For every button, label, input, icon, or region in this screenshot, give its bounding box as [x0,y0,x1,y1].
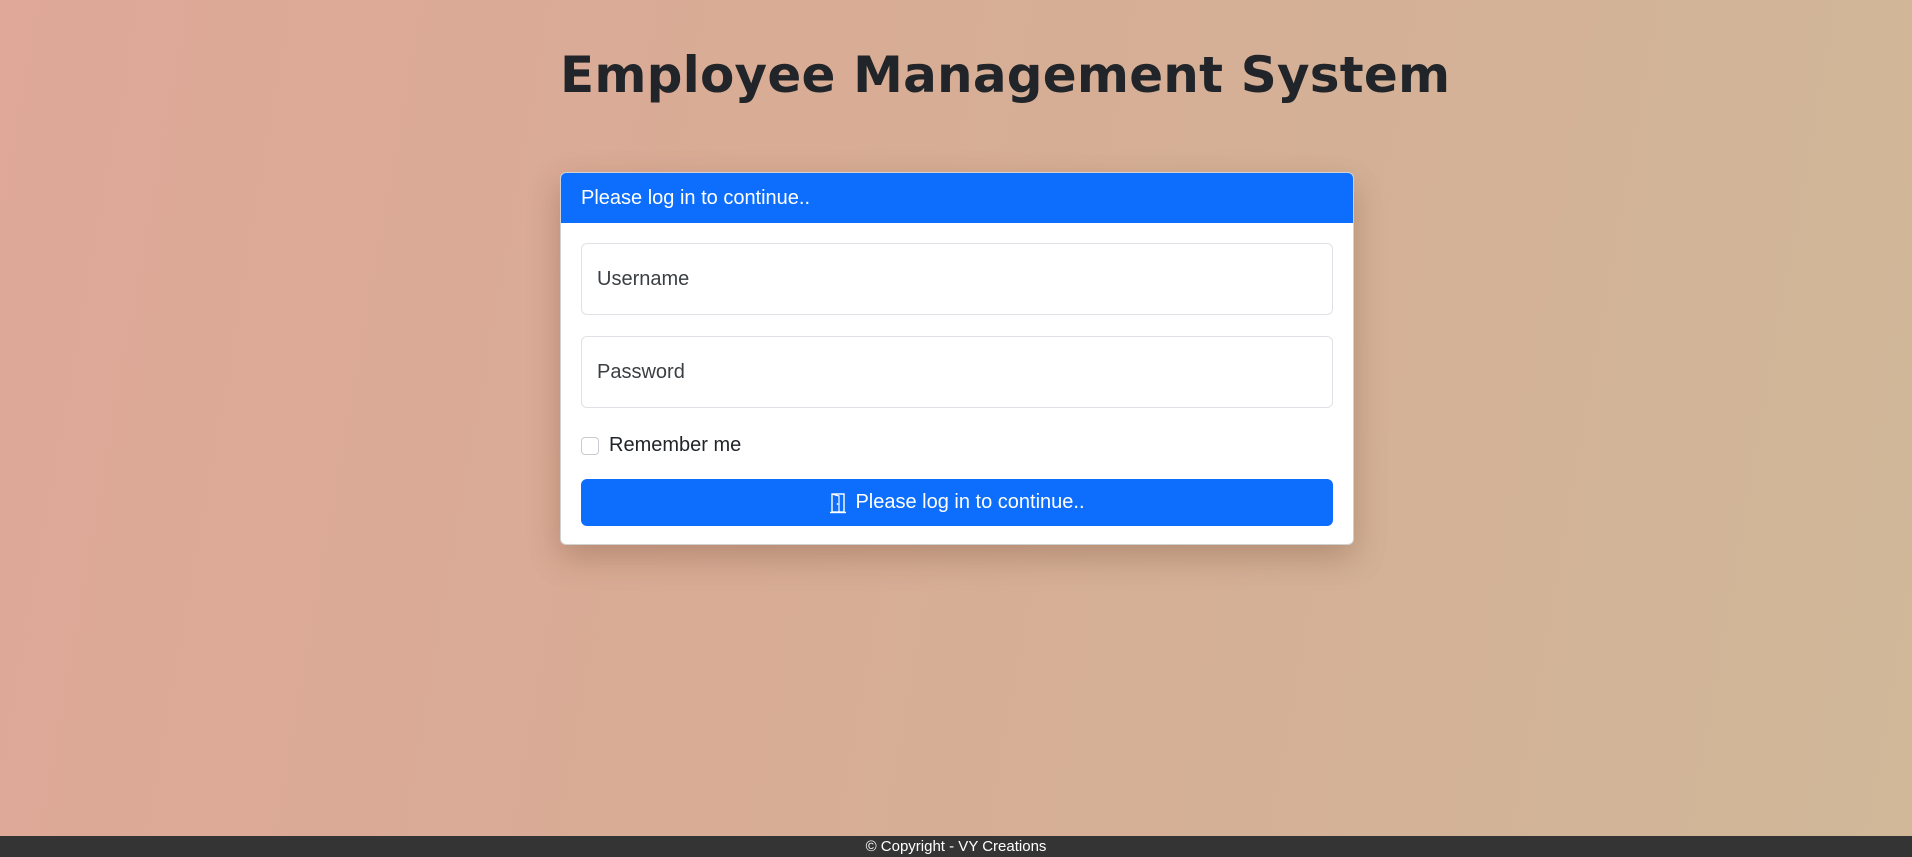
username-input[interactable] [582,244,1332,314]
login-button[interactable]: Please log in to continue.. [581,479,1333,526]
login-card: Please log in to continue.. Remember me … [560,172,1354,545]
login-card-header: Please log in to continue.. [561,173,1353,223]
copyright-text: © Copyright - VY Creations [865,838,1047,855]
password-field[interactable] [581,336,1333,408]
remember-me-label: Remember me [609,434,742,456]
username-field[interactable] [581,243,1333,315]
password-input[interactable] [582,337,1332,407]
login-button-label: Please log in to continue.. [855,491,1085,513]
page-title: Employee Management System [560,46,1451,104]
remember-me-checkbox[interactable] [581,436,599,455]
door-icon [829,492,847,514]
remember-me[interactable]: Remember me [581,434,741,457]
footer: © Copyright - VY Creations [0,836,1912,857]
